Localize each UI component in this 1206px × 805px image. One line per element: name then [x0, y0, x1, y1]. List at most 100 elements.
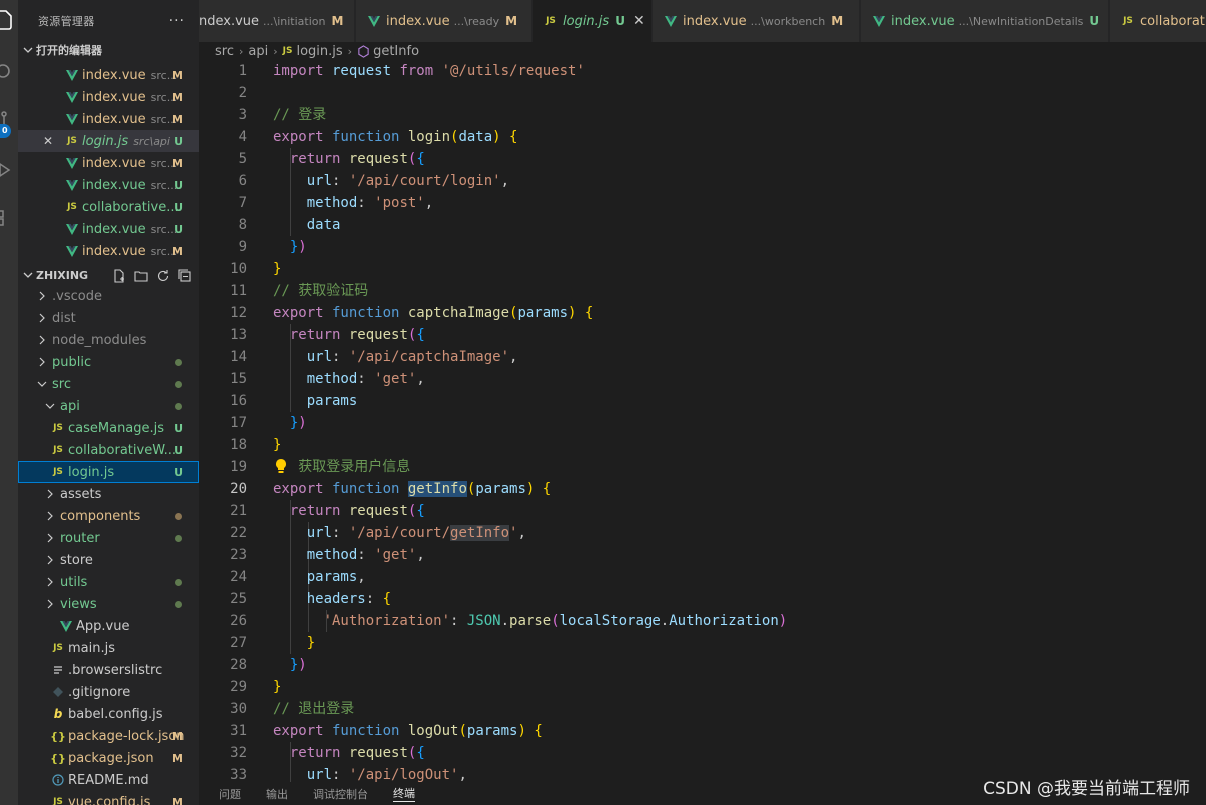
- tree-item[interactable]: JS caseManage.js U: [18, 417, 199, 439]
- tree-item[interactable]: .vscode: [18, 285, 199, 307]
- tree-item[interactable]: {} package.json M: [18, 747, 199, 769]
- extensions-icon[interactable]: [0, 206, 18, 230]
- open-editor-item[interactable]: index.vue src... M: [18, 64, 199, 86]
- code-token: url: [273, 767, 333, 782]
- open-editor-item[interactable]: JS collaborative... U: [18, 196, 199, 218]
- code-token: ): [492, 129, 501, 145]
- chevron-right-icon: [42, 555, 58, 565]
- collapse-all-icon[interactable]: [177, 268, 193, 284]
- tree-item[interactable]: public: [18, 351, 199, 373]
- open-editor-item[interactable]: index.vue src... M: [18, 240, 199, 262]
- open-editor-item[interactable]: index.vue src... M: [18, 152, 199, 174]
- line-number: 7: [238, 195, 247, 211]
- tree-item[interactable]: JS vue.config.js M: [18, 791, 199, 805]
- vue-file-icon: [64, 223, 80, 235]
- code-editor[interactable]: 1 import request from '@/utils/request' 2 3…: [199, 60, 1206, 782]
- editor-tab[interactable]: index.vue ...\ready M: [356, 0, 532, 42]
- git-status-badge: M: [172, 729, 183, 743]
- editor-tab[interactable]: index.vue ...\NewInitiationDetails U: [861, 0, 1109, 42]
- code-token: }: [273, 261, 282, 277]
- chevron-right-icon: ›: [273, 44, 278, 58]
- editor-tab[interactable]: JS collaborativ: [1110, 0, 1206, 42]
- tree-item-name: src: [52, 376, 71, 392]
- tree-item[interactable]: JS main.js: [18, 637, 199, 659]
- more-actions-icon[interactable]: ···: [169, 13, 185, 29]
- git-status-badge: M: [172, 244, 183, 258]
- breadcrumb-symbol[interactable]: getInfo: [373, 44, 419, 59]
- tree-item[interactable]: .gitignore: [18, 681, 199, 703]
- tree-item[interactable]: components: [18, 505, 199, 527]
- tree-item[interactable]: utils: [18, 571, 199, 593]
- code-token: {: [382, 591, 392, 607]
- new-folder-icon[interactable]: [133, 268, 149, 284]
- code-line: 获取登录用户信息: [273, 456, 410, 478]
- tree-item-name: node_modules: [52, 332, 147, 348]
- line-number: 5: [238, 151, 247, 167]
- run-debug-icon[interactable]: [0, 158, 18, 182]
- explorer-icon[interactable]: [0, 8, 18, 32]
- open-editor-item[interactable]: ✕ JS login.js src\api U: [18, 130, 199, 152]
- refresh-icon[interactable]: [155, 268, 171, 284]
- open-editor-item[interactable]: index.vue src... M: [18, 86, 199, 108]
- tree-item-name: caseManage.js: [68, 420, 165, 436]
- tree-item[interactable]: views: [18, 593, 199, 615]
- chevron-down-icon: [42, 401, 58, 411]
- tree-item[interactable]: README.md: [18, 769, 199, 791]
- code-line: url: '/api/court/login',: [273, 170, 509, 192]
- breadcrumb-file[interactable]: login.js: [296, 44, 342, 59]
- panel-tab[interactable]: 输出: [266, 786, 288, 802]
- code-line: export function captchaImage(params) {: [273, 302, 593, 324]
- close-icon[interactable]: ✕: [633, 13, 645, 29]
- tab-label: index.vue: [386, 13, 450, 29]
- code-line: export function logOut(params) {: [273, 720, 543, 742]
- line-number: 22: [230, 525, 247, 541]
- tree-item[interactable]: JS login.js U: [18, 461, 199, 483]
- line-number: 23: [230, 547, 247, 563]
- close-icon[interactable]: ✕: [40, 134, 56, 148]
- new-file-icon[interactable]: [111, 268, 127, 284]
- line-number: 26: [230, 613, 247, 629]
- line-number: 9: [238, 239, 247, 255]
- git-status-badge: M: [172, 156, 183, 170]
- editor-tab[interactable]: index.vue ...\workbench M: [653, 0, 860, 42]
- tree-item-name: store: [60, 552, 93, 568]
- panel-tab[interactable]: 问题: [219, 786, 241, 802]
- tree-item[interactable]: {} package-lock.json M: [18, 725, 199, 747]
- editor-tab[interactable]: JS login.js U ✕: [533, 0, 652, 42]
- open-editor-item[interactable]: index.vue src... M: [18, 108, 199, 130]
- tree-item[interactable]: router: [18, 527, 199, 549]
- git-status-dot: [175, 512, 182, 520]
- tree-item[interactable]: store: [18, 549, 199, 571]
- tree-item[interactable]: src: [18, 373, 199, 395]
- code-token: function: [323, 481, 400, 497]
- js-file-icon: JS: [53, 797, 63, 805]
- editor-tab[interactable]: ndex.vue ...\initiation M: [199, 0, 355, 42]
- code-line: }: [273, 258, 281, 280]
- git-status-dot: [175, 534, 182, 542]
- tree-item[interactable]: App.vue: [18, 615, 199, 637]
- open-editors-header[interactable]: 打开的编辑器: [18, 42, 199, 58]
- tree-item[interactable]: b babel.config.js: [18, 703, 199, 725]
- search-icon[interactable]: [0, 60, 18, 84]
- code-token: {: [509, 129, 518, 145]
- code-line: }): [273, 412, 307, 434]
- panel-tab[interactable]: 终端: [393, 785, 415, 802]
- git-status-dot: [175, 380, 182, 388]
- tree-item[interactable]: node_modules: [18, 329, 199, 351]
- project-header[interactable]: ZHIXING: [18, 268, 199, 284]
- panel-tab[interactable]: 调试控制台: [313, 786, 368, 802]
- breadcrumb-api[interactable]: api: [248, 44, 268, 59]
- tree-item[interactable]: dist: [18, 307, 199, 329]
- breadcrumb-src[interactable]: src: [215, 44, 234, 59]
- open-editor-item[interactable]: index.vue src... U: [18, 174, 199, 196]
- chevron-right-icon: [34, 313, 50, 323]
- vue-file-icon: [64, 113, 80, 125]
- tree-item-name: assets: [60, 486, 102, 502]
- tree-item[interactable]: api: [18, 395, 199, 417]
- line-number: 6: [238, 173, 247, 189]
- tree-item[interactable]: .browserslistrc: [18, 659, 199, 681]
- open-editor-item[interactable]: index.vue src... U: [18, 218, 199, 240]
- tree-item[interactable]: assets: [18, 483, 199, 505]
- tree-item[interactable]: JS collaborativeW... U: [18, 439, 199, 461]
